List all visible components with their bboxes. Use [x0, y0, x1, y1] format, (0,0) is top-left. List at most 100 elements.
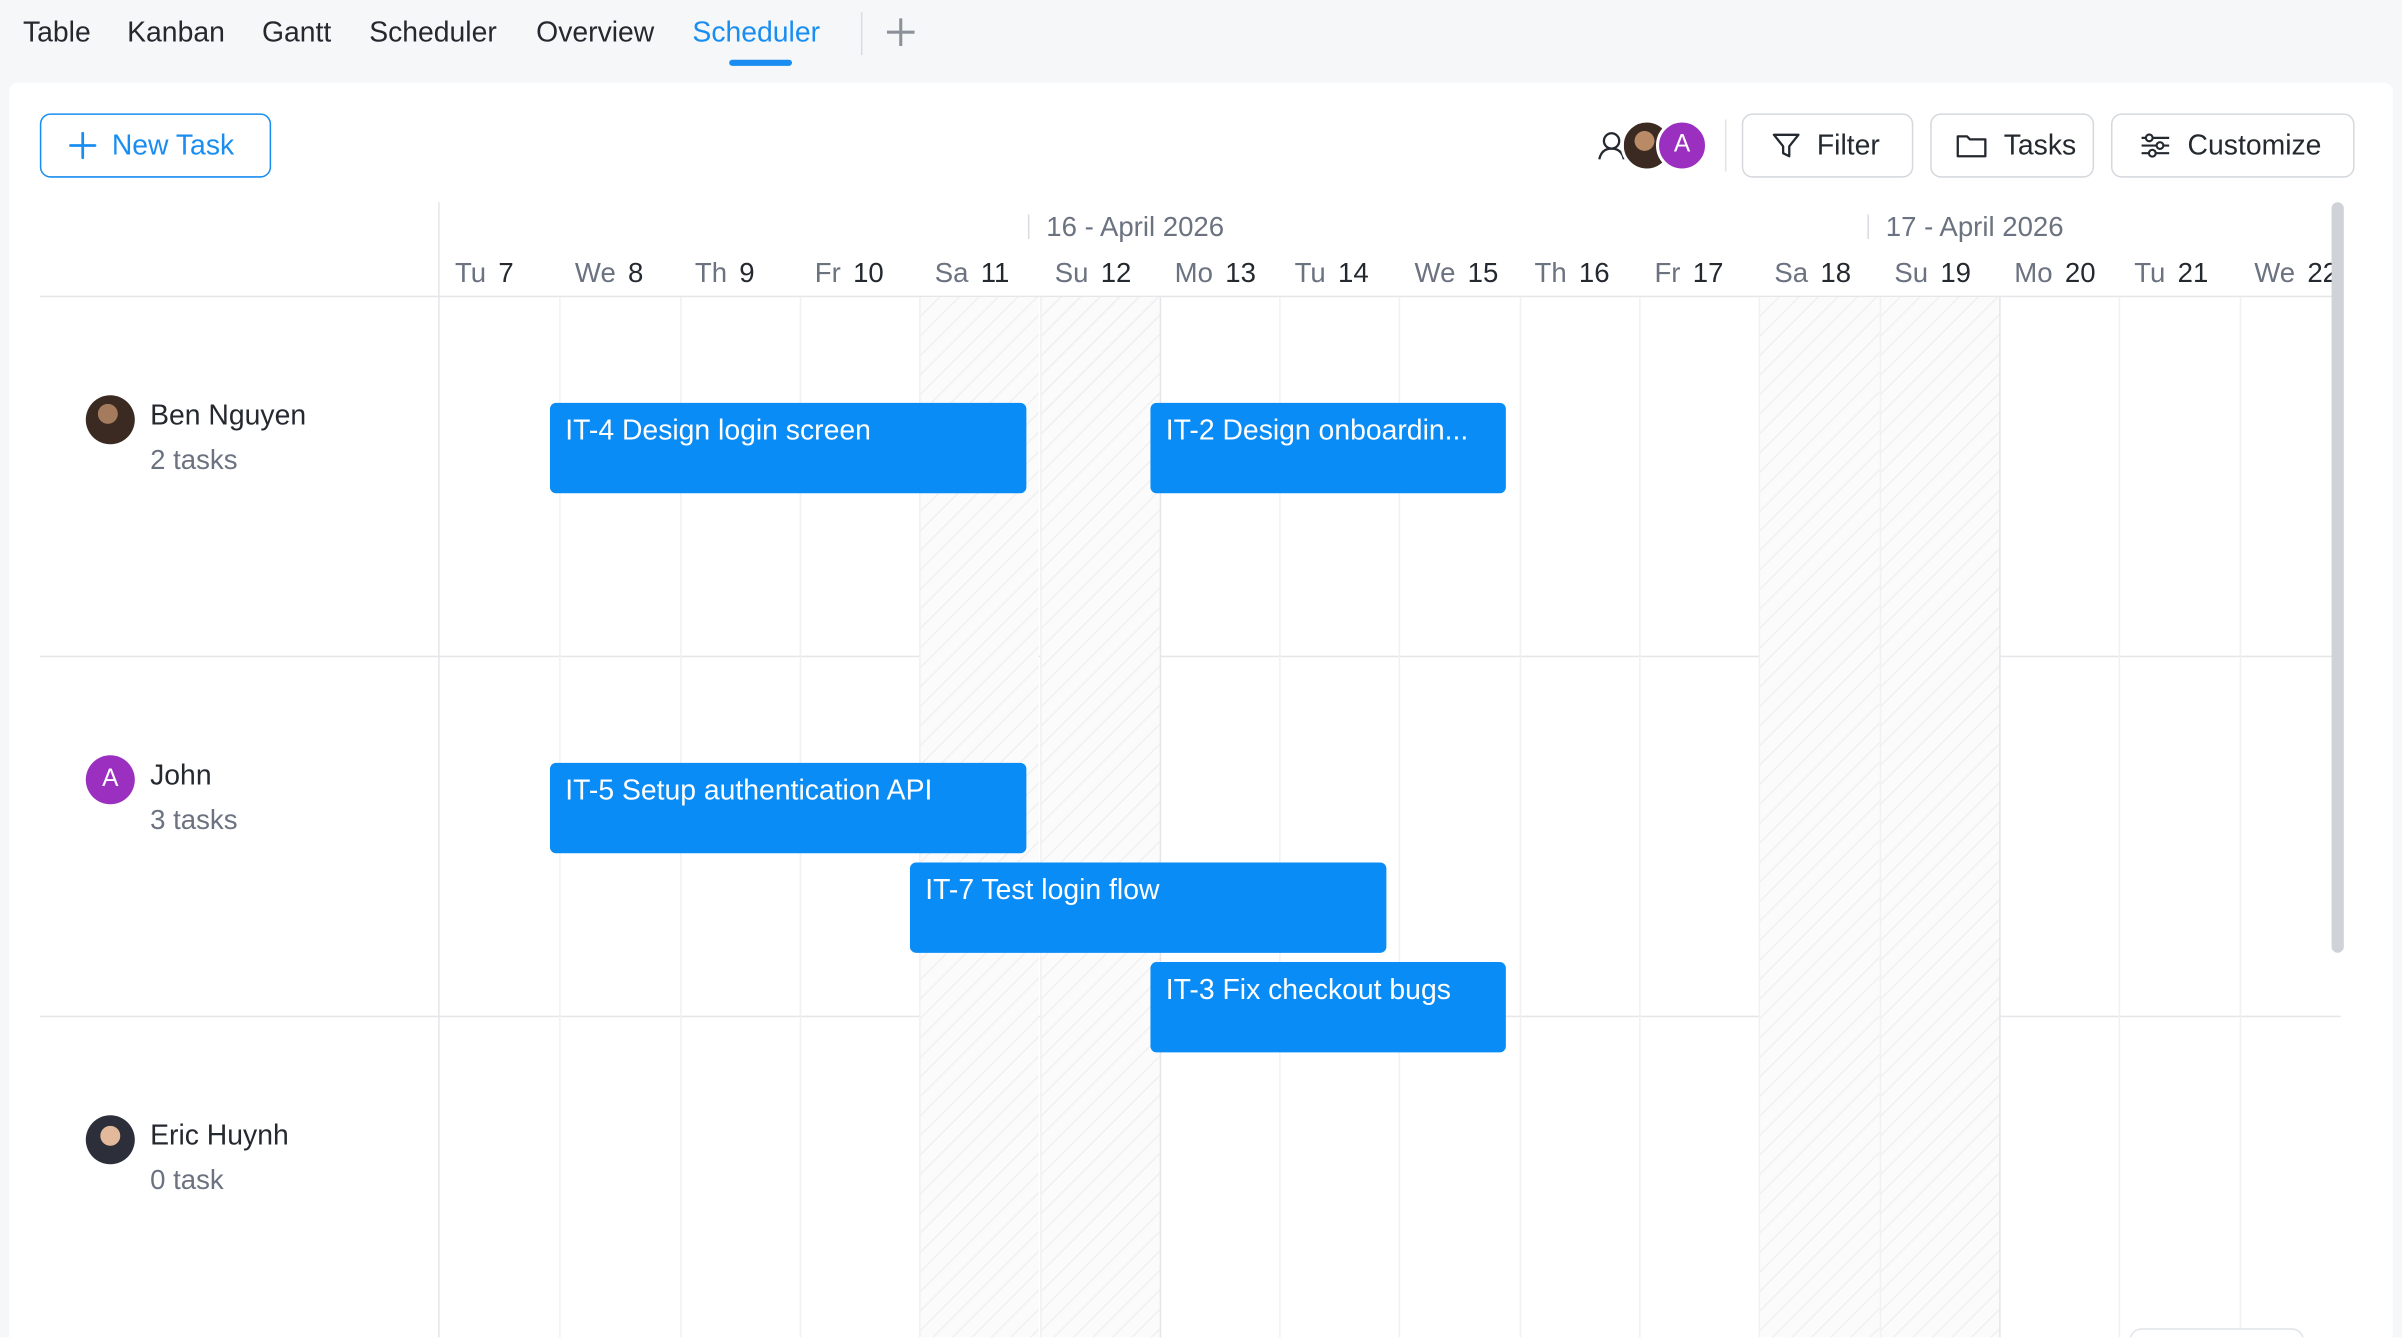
day-number: 17 [1692, 257, 1724, 288]
day-of-week: We [2254, 257, 2296, 288]
plus-icon [69, 131, 97, 160]
customize-label: Customize [2187, 128, 2322, 161]
day-of-week: Su [1894, 257, 1929, 288]
resource-name: Eric Huynh [150, 1118, 289, 1151]
floating-panel-edge [2129, 1328, 2304, 1338]
week-tick [1027, 214, 1030, 239]
day-of-week: Tu [454, 257, 487, 288]
week-label: 17 - April 2026 [1885, 211, 2064, 243]
weekend-column [1759, 297, 1880, 1338]
app-root: Table Kanban Gantt Scheduler Overview Sc… [0, 0, 2402, 1338]
day-number: 16 [1578, 257, 1610, 288]
day-header: Sa 11 [935, 257, 1010, 289]
resource-name: John [150, 758, 212, 791]
day-of-week: Sa [1774, 257, 1809, 288]
vertical-scrollbar[interactable] [2331, 202, 2344, 953]
day-column-line [1879, 297, 1881, 1338]
day-column-line [2238, 297, 2241, 1338]
avatar-initial: A [1655, 119, 1709, 172]
tab-gantt[interactable]: Gantt [262, 15, 331, 49]
view-tabs: Table Kanban Gantt Scheduler Overview Sc… [0, 0, 2402, 77]
tab-scheduler[interactable]: Scheduler [369, 15, 497, 49]
tabs-divider [860, 12, 863, 56]
tab-table[interactable]: Table [23, 15, 91, 49]
tasks-button[interactable]: Tasks [1930, 113, 2095, 178]
task-bar[interactable]: IT-3 Fix checkout bugs [1150, 962, 1506, 1053]
tab-overview[interactable]: Overview [536, 15, 654, 49]
day-number: 20 [2064, 257, 2096, 288]
scheduler-grid: 16 - April 2026 17 - April 2026 Ben Nguy… [39, 202, 2341, 1338]
day-header: Fr 17 [1654, 257, 1723, 289]
day-of-week: Fr [814, 257, 841, 288]
day-header: We 8 [575, 257, 643, 289]
day-number: 19 [1940, 257, 1972, 288]
day-of-week: Sa [934, 257, 969, 288]
resource-task-count: 0 task [150, 1164, 224, 1195]
tab-kanban[interactable]: Kanban [127, 15, 225, 49]
day-header: Su 19 [1894, 257, 1971, 289]
folder-icon [1956, 135, 1987, 158]
week-label: 16 - April 2026 [1046, 211, 1225, 243]
day-of-week: Su [1054, 257, 1089, 288]
day-number: 8 [628, 257, 644, 288]
day-of-week: Th [694, 257, 728, 288]
add-view-icon[interactable] [884, 15, 918, 49]
day-number: 12 [1100, 257, 1132, 288]
scheduler-panel: New Task A Filter Tasks Customize 16 - A… [9, 82, 2393, 1338]
tab-scheduler-active[interactable]: Scheduler [692, 15, 820, 49]
day-header: Su 12 [1055, 257, 1132, 289]
day-header: Tu 14 [1295, 257, 1369, 289]
day-header: Mo 20 [2014, 257, 2095, 289]
weekend-column [1879, 297, 1999, 1338]
assignee-avatars[interactable]: A [1585, 118, 1712, 173]
day-header: Mo 13 [1175, 257, 1256, 289]
day-number: 9 [739, 257, 755, 288]
new-task-label: New Task [111, 128, 235, 161]
day-of-week: Th [1534, 257, 1567, 288]
day-column-line [2118, 297, 2121, 1338]
new-task-button[interactable]: New Task [39, 113, 272, 178]
sliders-icon [2141, 133, 2170, 158]
avatar-initial: A [85, 755, 135, 805]
day-number: 7 [498, 257, 514, 288]
day-column-line [1519, 297, 1521, 1338]
task-bar[interactable]: IT-2 Design onboardin... [1150, 402, 1506, 494]
day-number: 11 [980, 257, 1010, 288]
avatar [85, 1115, 135, 1165]
day-number: 10 [853, 257, 884, 288]
day-column-line [1639, 297, 1641, 1338]
day-number: 21 [2177, 257, 2209, 288]
day-header: Tu 21 [2134, 257, 2208, 289]
day-column-line [1759, 297, 1761, 1338]
resource-column-border [438, 202, 440, 1338]
day-number: 13 [1225, 257, 1256, 288]
day-header: We 15 [1415, 257, 1499, 289]
day-header: Th 16 [1534, 257, 1609, 289]
day-of-week: Tu [1294, 257, 1326, 288]
customize-button[interactable]: Customize [2110, 113, 2355, 178]
day-header: Th 9 [695, 257, 755, 289]
day-of-week: We [574, 257, 616, 288]
task-bar[interactable]: IT-7 Test login flow [909, 862, 1387, 953]
toolbar-divider [1724, 119, 1727, 172]
avatar [85, 395, 135, 445]
day-of-week: Fr [1654, 257, 1681, 288]
day-header: We 22 [2254, 257, 2338, 289]
filter-button[interactable]: Filter [1741, 113, 1914, 178]
week-tick [1867, 214, 1869, 239]
day-of-week: We [1414, 257, 1456, 288]
filter-label: Filter [1816, 128, 1880, 161]
resource-name: Ben Nguyen [150, 398, 307, 431]
day-column-line [1998, 297, 2001, 1338]
task-bar[interactable]: IT-5 Setup authentication API [549, 762, 1027, 854]
day-header: Fr 10 [815, 257, 884, 289]
day-header: Tu 7 [455, 257, 514, 289]
day-of-week: Tu [2134, 257, 2166, 288]
day-of-week: Mo [2014, 257, 2053, 288]
day-header: Sa 18 [1774, 257, 1851, 289]
day-number: 14 [1338, 257, 1369, 288]
weekend-column [1039, 297, 1160, 1338]
resource-task-count: 3 tasks [150, 804, 238, 835]
filter-icon [1772, 133, 1800, 158]
task-bar[interactable]: IT-4 Design login screen [549, 402, 1027, 494]
